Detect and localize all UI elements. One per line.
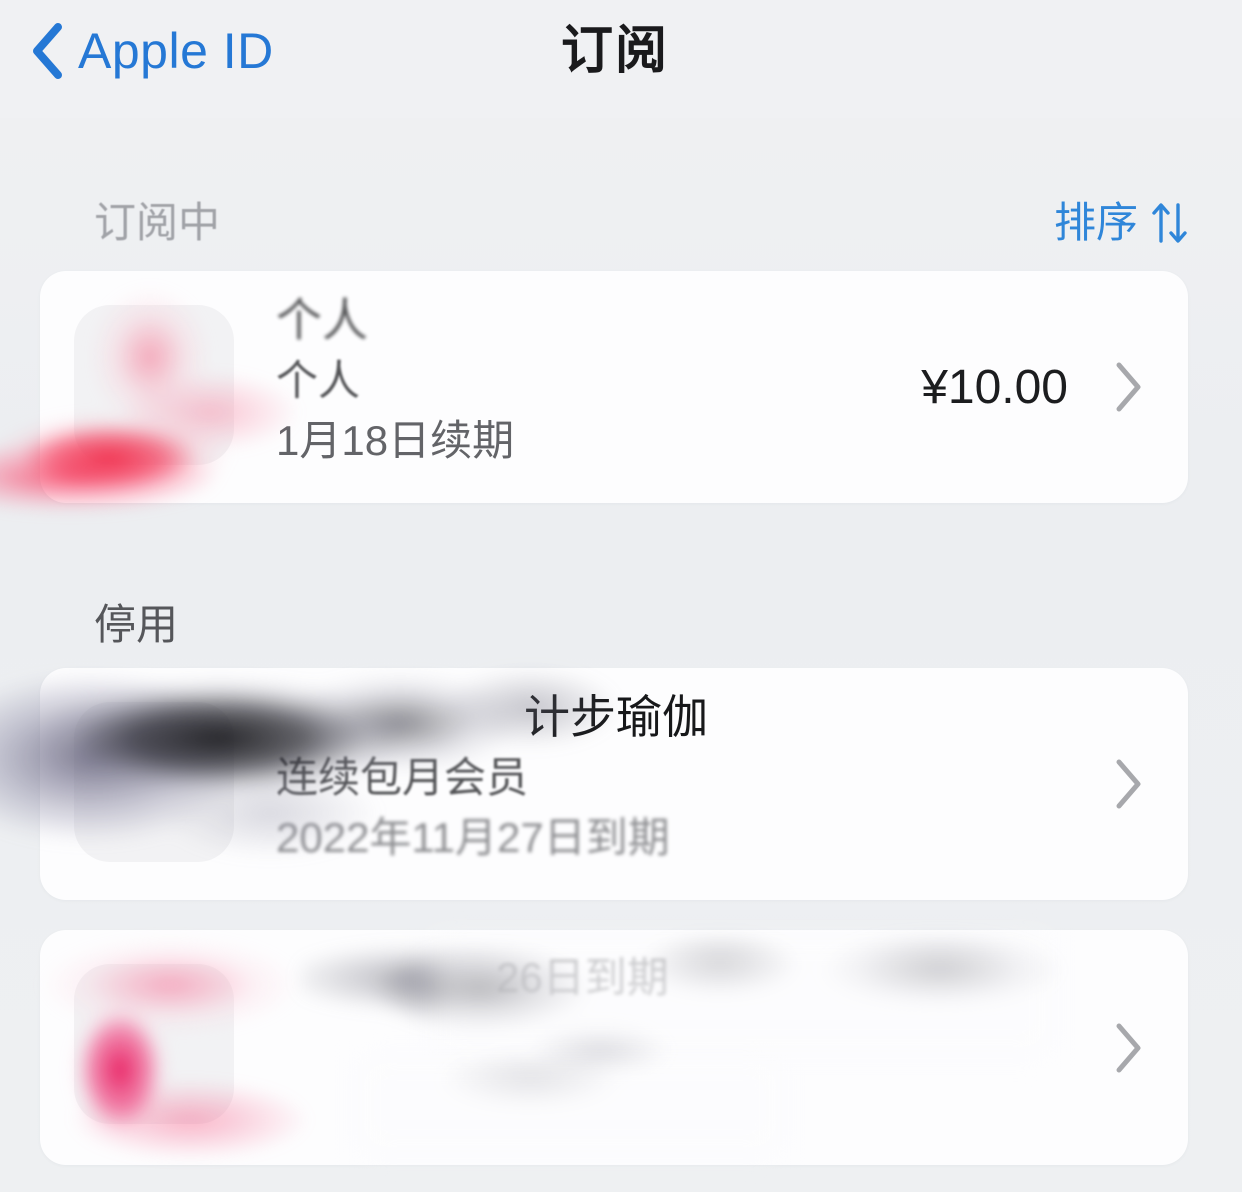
chevron-right-icon (1116, 759, 1141, 809)
subscription-expiry-date: 26日到期 (496, 954, 669, 1001)
subscriptions-screen: Apple ID 订阅 订阅中 排序 个人 个人 1月18日续期 ¥10.00 … (0, 0, 1242, 1192)
subscription-row[interactable]: 个人 个人 1月18日续期 ¥10.00 (40, 271, 1188, 503)
chevron-right-icon (1116, 1023, 1141, 1072)
subscription-subtitle: 连续包月会员 (276, 754, 529, 801)
section-title-expired: 停用 (94, 601, 179, 648)
disclosure-indicator[interactable] (1114, 930, 1142, 1165)
sort-arrows-icon (1152, 203, 1187, 243)
app-icon (74, 702, 234, 862)
subscription-title: 个人 (276, 294, 368, 346)
disclosure-indicator[interactable] (1114, 668, 1142, 900)
sort-button-label: 排序 (1053, 199, 1138, 246)
chevron-right-icon (1116, 362, 1141, 412)
section-header-active: 订阅中 排序 (0, 192, 1242, 254)
subscription-price: ¥10.00 (921, 360, 1068, 414)
subscription-card-active: 个人 个人 1月18日续期 ¥10.00 (40, 271, 1188, 503)
subscription-row[interactable]: 26日到期 (40, 930, 1188, 1165)
section-header-expired: 停用 (0, 594, 1242, 656)
app-icon (74, 964, 234, 1124)
subscription-title: 计步瑜伽 (524, 691, 708, 743)
subscription-card-expired-1: 计步瑜伽 连续包月会员 2022年11月27日到期 (40, 668, 1188, 900)
disclosure-indicator[interactable] (1114, 271, 1142, 503)
subscription-expiry-date: 2022年11月27日到期 (276, 814, 670, 861)
subscription-row[interactable]: 计步瑜伽 连续包月会员 2022年11月27日到期 (40, 668, 1188, 900)
subscription-subtitle: 个人 (276, 357, 361, 404)
subscription-row-text: 计步瑜伽 连续包月会员 2022年11月27日到期 (276, 686, 978, 868)
subscription-row-text: 26日到期 (276, 948, 978, 1008)
subscription-card-expired-2: 26日到期 (40, 930, 1188, 1165)
app-icon (74, 305, 234, 465)
subscription-renewal-date: 1月18日续期 (276, 417, 515, 464)
subscription-row-text: 个人 个人 1月18日续期 (276, 289, 978, 471)
section-title-active: 订阅中 (94, 199, 221, 246)
sort-button[interactable]: 排序 (1054, 192, 1190, 254)
navigation-bar: Apple ID 订阅 (0, 0, 1242, 118)
page-title: 订阅 (560, 22, 669, 80)
